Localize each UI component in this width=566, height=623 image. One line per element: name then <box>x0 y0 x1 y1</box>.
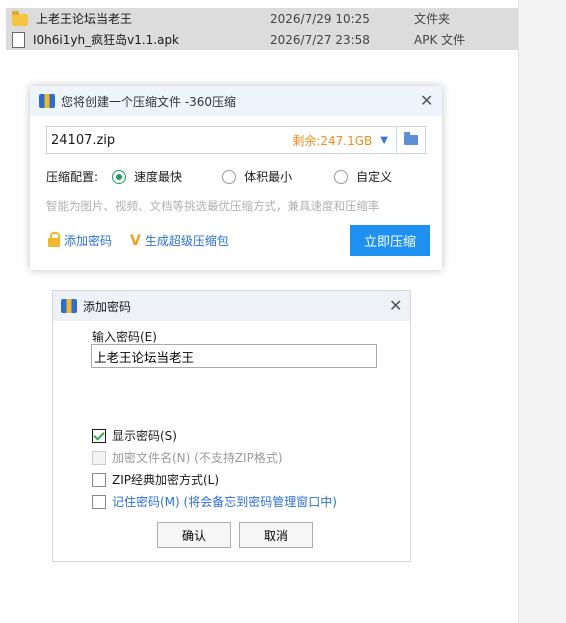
free-space-label: 剩余:247.1GB <box>292 133 373 148</box>
show-password-checkbox[interactable]: 显示密码(S) <box>92 427 177 444</box>
lock-icon <box>48 232 60 247</box>
radio-selected-icon[interactable] <box>112 169 127 184</box>
file-type: 文件夹 <box>414 12 451 26</box>
radio-label: 自定义 <box>356 170 393 184</box>
zip-classic-encryption-checkbox[interactable]: ZIP经典加密方式(L) <box>92 471 219 488</box>
archive-filename[interactable]: 24107.zip <box>51 133 292 148</box>
checkbox-icon[interactable] <box>92 494 106 509</box>
add-password-label: 添加密码 <box>64 234 113 248</box>
compress-now-button[interactable]: 立即压缩 <box>350 225 430 256</box>
radio-label: 体积最小 <box>244 170 293 184</box>
ok-button[interactable]: 确认 <box>157 522 231 548</box>
folder-icon <box>404 132 418 145</box>
dialog-title: 添加密码 <box>83 299 132 314</box>
output-path-field[interactable]: 24107.zip 剩余:247.1GB ▼ <box>46 126 426 154</box>
super-zip-link[interactable]: V 生成超级压缩包 <box>130 232 229 249</box>
checkbox-label: ZIP经典加密方式(L) <box>112 473 220 487</box>
config-label: 压缩配置: <box>46 170 99 184</box>
dialog-titlebar: 添加密码 ✕ <box>53 291 410 321</box>
chevron-down-icon[interactable]: ▼ <box>380 135 388 146</box>
compression-config: 压缩配置: 速度最快 体积最小 自定义 <box>46 168 392 185</box>
dialog-titlebar: 您将创建一个压缩文件 -360压缩 ✕ <box>30 86 442 116</box>
folder-icon <box>12 10 28 26</box>
app-360zip-icon <box>39 94 55 108</box>
app-360zip-icon <box>61 299 77 313</box>
add-password-dialog: 添加密码 ✕ 输入密码(E) 显示密码(S) 加密文件名(N) (不支持ZIP格… <box>52 290 411 562</box>
remember-password-checkbox[interactable]: 记住密码(M) (将会备忘到密码管理窗口中) <box>92 493 337 510</box>
checkbox-icon[interactable] <box>92 472 106 487</box>
file-name: 上老王论坛当老王 <box>36 12 133 26</box>
checkbox-label: 记住密码(M) (将会备忘到密码管理窗口中) <box>112 495 337 509</box>
checkbox-label: 加密文件名(N) (不支持ZIP格式) <box>112 451 283 465</box>
checkbox-label: 显示密码(S) <box>112 429 177 443</box>
radio-label: 速度最快 <box>134 170 183 184</box>
background-panel <box>518 0 566 623</box>
compression-hint: 智能为图片、视频、文档等挑选最优压缩方式，兼具速度和压缩率 <box>46 199 380 213</box>
close-icon[interactable]: ✕ <box>389 298 402 314</box>
close-icon[interactable]: ✕ <box>420 93 433 109</box>
vip-icon: V <box>130 232 141 249</box>
radio-fastest[interactable]: 速度最快 <box>112 168 182 185</box>
file-date: 2026/7/29 10:25 <box>270 11 370 26</box>
radio-icon[interactable] <box>222 169 237 184</box>
cancel-button[interactable]: 取消 <box>239 522 313 548</box>
encrypt-filename-checkbox[interactable]: 加密文件名(N) (不支持ZIP格式) <box>92 449 283 466</box>
file-row-apk[interactable]: I0h6i1yh_疯狂岛v1.1.apk 2026/7/27 23:58 APK… <box>6 29 518 50</box>
compress-dialog: 您将创建一个压缩文件 -360压缩 ✕ 24107.zip 剩余:247.1GB… <box>30 86 442 270</box>
file-date: 2026/7/27 23:58 <box>270 32 370 47</box>
file-row-folder[interactable]: 上老王论坛当老王 2026/7/29 10:25 文件夹 <box>6 8 518 29</box>
dialog-title: 您将创建一个压缩文件 -360压缩 <box>61 94 237 109</box>
file-icon <box>12 31 25 48</box>
add-password-link[interactable]: 添加密码 <box>48 232 112 249</box>
radio-custom[interactable]: 自定义 <box>334 168 392 185</box>
file-name: I0h6i1yh_疯狂岛v1.1.apk <box>33 33 180 47</box>
checkbox-checked-icon[interactable] <box>92 428 106 443</box>
password-label: 输入密码(E) <box>92 330 157 344</box>
browse-folder-button[interactable] <box>396 127 425 153</box>
file-type: APK 文件 <box>414 33 466 47</box>
checkbox-disabled-icon[interactable] <box>92 450 106 465</box>
radio-smallest[interactable]: 体积最小 <box>222 168 292 185</box>
radio-icon[interactable] <box>334 169 349 184</box>
password-input[interactable] <box>91 344 377 368</box>
super-zip-label: 生成超级压缩包 <box>144 234 229 248</box>
